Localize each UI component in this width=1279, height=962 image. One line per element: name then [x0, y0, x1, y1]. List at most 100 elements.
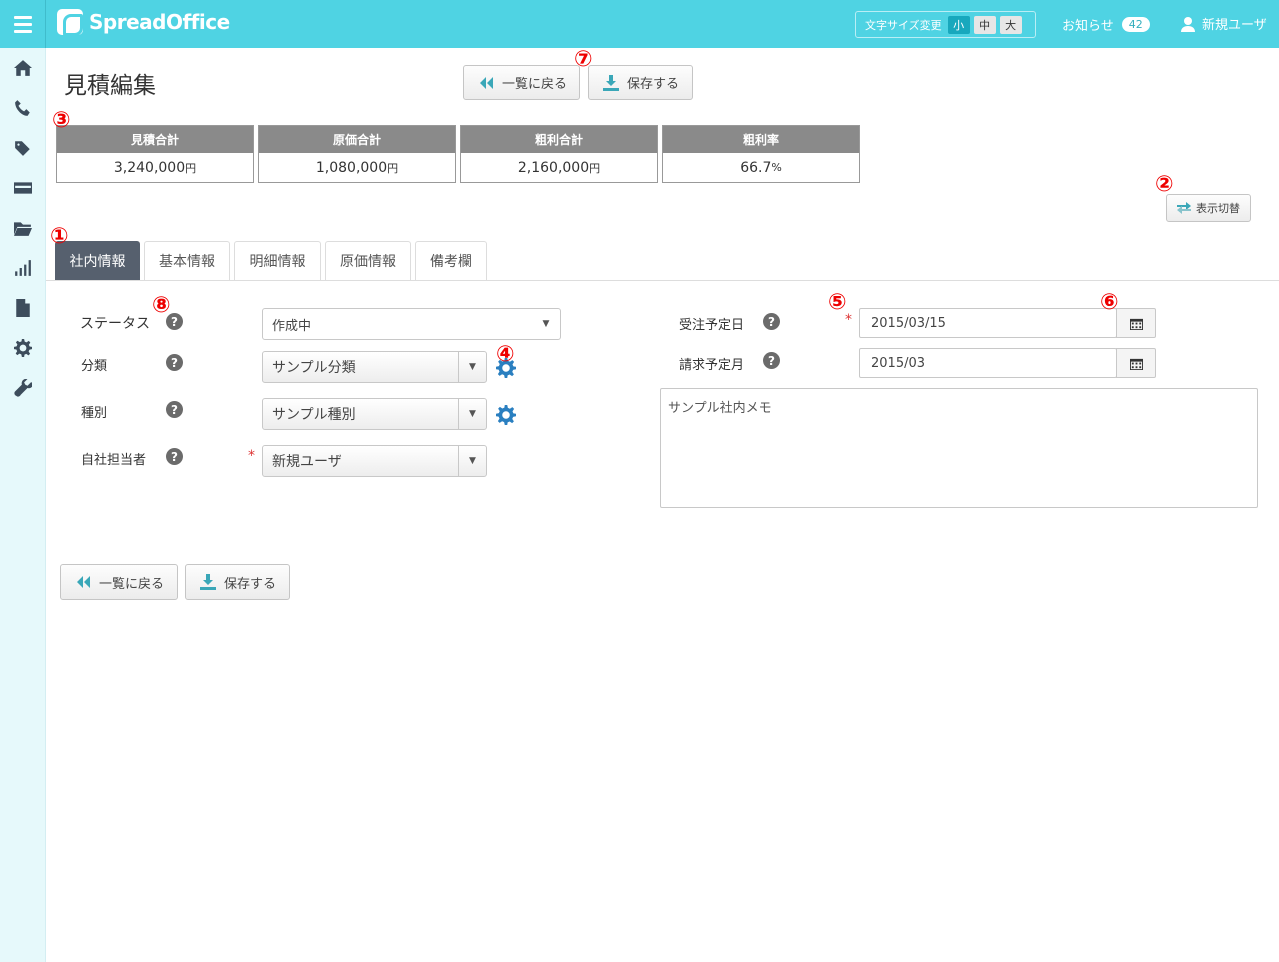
tags-icon [15, 141, 30, 156]
sidebar-item-chart[interactable] [0, 248, 46, 288]
summary-gross-profit-total: 粗利合計 2,160,000 円 [460, 125, 658, 183]
card-icon [14, 182, 32, 194]
folder-icon [14, 222, 32, 236]
order-date-label: 受注予定日 [679, 318, 745, 333]
tabs-divider [46, 280, 1279, 281]
sidebar-item-card[interactable] [0, 168, 46, 208]
font-size-medium-button[interactable]: 中 [973, 15, 996, 34]
sidebar-item-home[interactable] [0, 48, 46, 88]
page-title: 見積編集 [64, 73, 156, 99]
category-help-icon[interactable]: ? [166, 354, 183, 371]
caret-down-icon: ▼ [458, 352, 486, 382]
calendar-icon [1129, 358, 1143, 370]
notice-label: お知らせ [1062, 19, 1114, 34]
app-logo[interactable]: SpreadOffice [57, 9, 230, 36]
summary-unit: 円 [185, 161, 197, 175]
owner-select[interactable]: 新規ユーザ ▼ [262, 445, 487, 477]
summary-estimate-total: 見積合計 3,240,000 円 [56, 125, 254, 183]
sidebar-item-settings[interactable] [0, 328, 46, 368]
summary-label: 原価合計 [259, 126, 455, 153]
summary-value: 1,080,000 [315, 159, 388, 176]
order-date-input[interactable]: 2015/03/15 [859, 308, 1117, 338]
file-icon [16, 299, 30, 317]
annotation-marker-2: ② [1155, 172, 1174, 197]
download-icon [603, 74, 619, 91]
top-bar: SpreadOffice 文字サイズ変更 小 中 大 お知らせ 42 新規ユーザ [0, 0, 1279, 48]
font-size-large-button[interactable]: 大 [999, 15, 1022, 34]
tab-remarks[interactable]: 備考欄 [415, 241, 487, 280]
sidebar-item-tags[interactable] [0, 128, 46, 168]
wrench-icon [14, 379, 32, 397]
internal-memo-textarea[interactable]: サンプル社内メモ [660, 388, 1258, 508]
user-name: 新規ユーザ [1202, 18, 1267, 33]
back-to-list-label: 一覧に戻る [99, 576, 165, 592]
summary-value-cell: 2,160,000 円 [461, 153, 657, 182]
notice-link[interactable]: お知らせ 42 [1062, 15, 1150, 34]
summary-unit: % [771, 161, 782, 174]
annotation-marker-1: ① [50, 224, 69, 249]
sidebar-item-phone[interactable] [0, 88, 46, 128]
type-select[interactable]: サンプル種別 ▼ [262, 398, 487, 430]
hamburger-menu-icon[interactable] [0, 0, 46, 48]
status-select-value: 作成中 [272, 318, 312, 334]
summary-gross-profit-rate: 粗利率 66.7% [662, 125, 860, 183]
sidebar-item-folder[interactable] [0, 208, 46, 248]
category-select-value: サンプル分類 [272, 360, 356, 376]
billing-month-label: 請求予定月 [679, 358, 745, 373]
summary-value-cell: 66.7% [663, 153, 859, 182]
caret-down-icon: ▼ [458, 446, 486, 476]
billing-month-input[interactable]: 2015/03 [859, 348, 1117, 378]
annotation-marker-6: ⑥ [1100, 290, 1119, 315]
back-to-list-label: 一覧に戻る [502, 77, 568, 92]
summary-value: 2,160,000 [517, 159, 590, 176]
owner-required-mark: * [248, 448, 255, 464]
summary-value-cell: 3,240,000 円 [57, 153, 253, 182]
logo-icon [57, 9, 83, 36]
user-icon [1181, 16, 1195, 32]
download-icon [200, 574, 216, 590]
back-to-list-button-top[interactable]: 一覧に戻る [463, 65, 580, 100]
tab-basic-info[interactable]: 基本情報 [144, 241, 230, 280]
status-select[interactable]: 作成中 ▼ [262, 308, 561, 340]
sidebar-item-file[interactable] [0, 288, 46, 328]
summary-unit: 円 [387, 161, 399, 175]
home-icon [14, 60, 32, 76]
annotation-marker-5: ⑤ [828, 290, 847, 315]
order-date-calendar-button[interactable] [1116, 308, 1156, 338]
owner-help-icon[interactable]: ? [166, 448, 183, 465]
back-to-list-button-bottom[interactable]: 一覧に戻る [60, 564, 178, 600]
summary-label: 粗利率 [663, 126, 859, 153]
summary-unit: 円 [589, 161, 601, 175]
tab-cost-info[interactable]: 原価情報 [325, 241, 411, 280]
status-label: ステータス [80, 316, 150, 332]
caret-down-icon: ▼ [458, 399, 486, 429]
gear-icon [14, 339, 32, 357]
summary-value: 3,240,000 [113, 159, 186, 176]
type-settings-gear-icon[interactable] [496, 405, 516, 425]
owner-select-value: 新規ユーザ [272, 454, 342, 470]
type-label: 種別 [81, 406, 108, 421]
tab-detail-info[interactable]: 明細情報 [234, 241, 321, 280]
type-help-icon[interactable]: ? [166, 401, 183, 418]
save-button-bottom[interactable]: 保存する [185, 564, 290, 600]
billing-month-calendar-button[interactable] [1116, 348, 1156, 378]
notice-count-badge: 42 [1121, 17, 1150, 32]
calendar-icon [1129, 318, 1143, 330]
summary-cost-total: 原価合計 1,080,000 円 [258, 125, 456, 183]
display-toggle-button[interactable]: 表示切替 [1166, 194, 1251, 222]
font-size-small-button[interactable]: 小 [947, 15, 970, 34]
billing-month-help-icon[interactable]: ? [763, 352, 780, 369]
save-button-top[interactable]: 保存する [588, 65, 693, 100]
annotation-marker-3: ③ [52, 108, 71, 133]
logo-text: SpreadOffice [89, 10, 230, 34]
phone-icon [15, 100, 30, 116]
order-date-help-icon[interactable]: ? [763, 313, 780, 330]
type-select-value: サンプル種別 [272, 407, 356, 423]
save-label: 保存する [224, 576, 277, 592]
caret-down-icon: ▼ [542, 319, 550, 329]
sidebar-item-tools[interactable] [0, 368, 46, 408]
summary-label: 粗利合計 [461, 126, 657, 153]
summary-value-cell: 1,080,000 円 [259, 153, 455, 182]
category-select[interactable]: サンプル分類 ▼ [262, 351, 487, 383]
user-menu[interactable]: 新規ユーザ [1180, 14, 1267, 33]
